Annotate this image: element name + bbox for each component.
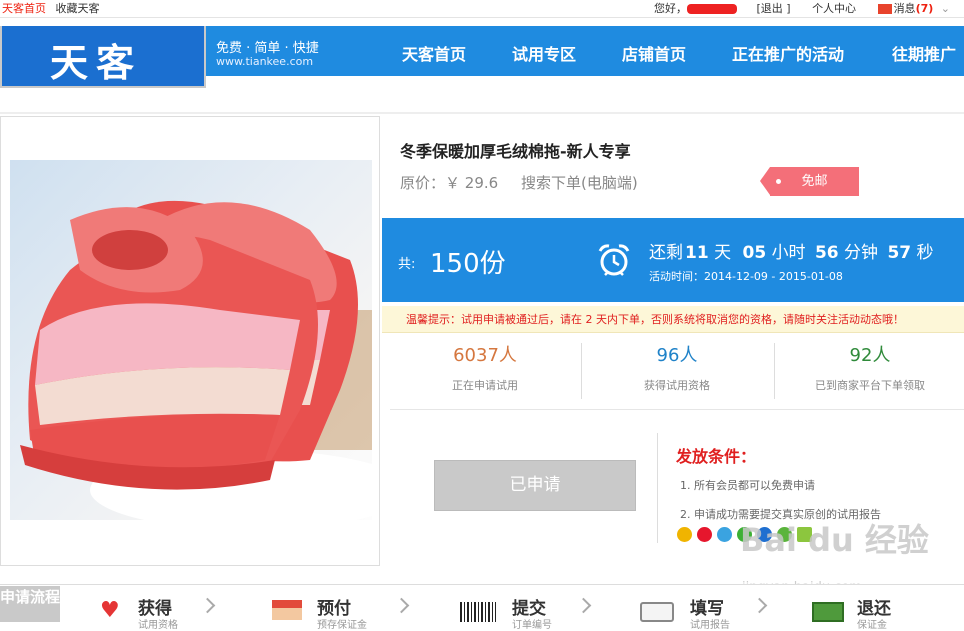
total-label: 共: [398,257,416,272]
day-unit: 天 [714,243,732,263]
activity-time: 活动时间：2014-12-09 - 2015-01-08 [649,268,843,284]
top-bar: 天客首页 收藏天客 您好， [退出 ] 个人中心 消息(7) ⌄ [0,0,964,18]
condition-item: 1. 所有会员都可以免费申请 [680,479,815,492]
username-redacted [686,4,737,14]
total-count: 150份 [430,249,506,279]
stat-caption: 正在申请试用 [452,379,518,392]
alarm-clock-icon [598,244,630,276]
product-price: 原价：￥ 29.6 搜索下单(电脑端) [400,172,638,193]
logout-link[interactable]: [退出 ] [756,2,790,15]
activity-label: 活动时间： [649,270,704,283]
divider [657,433,658,543]
step-sub: 试用报告 [690,620,730,631]
tencent-weibo-icon[interactable] [717,527,732,542]
minute-unit: 分钟 [844,243,879,263]
product-title: 冬季保暖加厚毛绒棉拖-新人专享 [400,142,631,161]
hours-value: 05 [742,243,767,263]
activity-range: 2014-12-09 - 2015-01-08 [704,270,843,283]
free-shipping-label: 免邮 [801,174,828,189]
free-shipping-badge: 免邮 [760,167,859,196]
second-unit: 秒 [916,243,934,263]
seconds-value: 57 [887,243,912,263]
qzone-icon[interactable] [677,527,692,542]
report-icon [640,602,674,622]
nav-shop-home[interactable]: 店铺首页 [622,41,686,65]
price-value: ￥ 29.6 [445,174,499,192]
stat-caption: 已到商家平台下单领取 [815,379,925,392]
stat-caption: 获得试用资格 [644,379,710,392]
messages-label: 消息 [893,2,916,15]
site-url: www.tiankee.com [216,55,314,68]
messages-link[interactable]: 消息(7) ⌄ [877,2,950,15]
stat-number: 92人 [849,345,891,366]
chevron-down-icon: ⌄ [940,2,950,15]
stat-ordered: 92人 已到商家平台下单领取 [775,341,964,393]
minutes-value: 56 [814,243,839,263]
product-image[interactable] [10,160,372,520]
conditions-title: 发放条件： [676,447,757,466]
barcode-icon [460,602,496,622]
divider [0,112,964,114]
mail-icon [877,4,892,14]
dot-icon [776,179,781,184]
shop-icon [272,600,302,620]
money-icon [812,602,844,622]
flow-label: 申请流程 [0,586,60,622]
greeting: 您好， [653,2,687,15]
slogan: 免费 · 简单 · 快捷 [216,41,319,56]
message-count: (7) [915,2,934,15]
heart-icon: ♥ [100,598,120,623]
nav-past-promotions[interactable]: 往期推广 [892,41,956,65]
favorite-link[interactable]: 收藏天客 [56,2,100,15]
price-label: 原价： [400,174,446,192]
stat-number: 6037人 [453,345,517,366]
step-sub: 订单编号 [512,620,552,631]
step-sub: 预存保证金 [317,620,367,631]
stat-applying: 6037人 正在申请试用 [390,341,580,393]
user-center-link[interactable]: 个人中心 [812,2,856,15]
remaining-label: 还剩 [649,243,683,263]
stat-qualified: 96人 获得试用资格 [582,341,772,393]
logo-text: 天客 [50,41,143,85]
stat-number: 96人 [656,345,698,366]
divider [390,409,964,410]
countdown: 还剩 11 天 05 小时 56 分钟 57 秒 [649,238,934,263]
step-sub: 试用资格 [138,620,178,631]
step-sub: 保证金 [857,620,887,631]
applied-button[interactable]: 已申请 [434,460,636,511]
home-link[interactable]: 天客首页 [2,2,46,15]
weibo-icon[interactable] [697,527,712,542]
order-type: 搜索下单(电脑端) [520,174,638,192]
warm-tip: 温馨提示：试用申请被通过后，请在 2 天内下单，否则系统将取消您的资格，请随时关… [382,306,964,333]
watermark: Bai du 经验 [740,521,929,559]
offer-panel: 共: 150份 还剩 11 天 05 小时 56 分钟 57 秒 活动时间：201… [382,218,964,302]
nav-home[interactable]: 天客首页 [402,41,466,65]
logo[interactable]: 天客 [0,26,206,88]
nav-current-activities[interactable]: 正在推广的活动 [732,41,844,65]
days-value: 11 [685,243,709,263]
nav-trial-zone[interactable]: 试用专区 [512,41,576,65]
hour-unit: 小时 [771,243,806,263]
